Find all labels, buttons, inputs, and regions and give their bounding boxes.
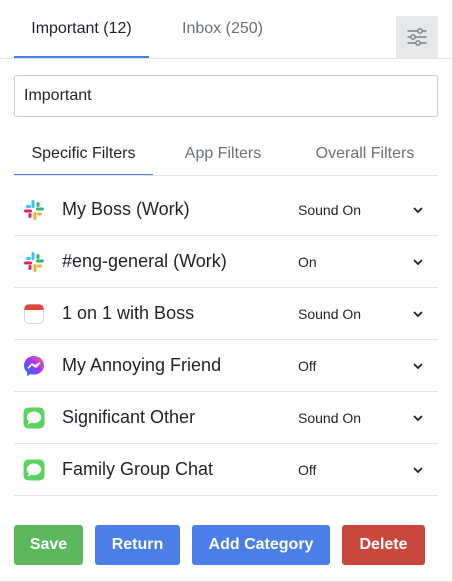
notification-setting-select[interactable]: Sound On <box>298 299 432 329</box>
chevron-down-icon <box>413 207 423 213</box>
setting-value: Sound On <box>298 409 362 426</box>
slack-icon <box>22 198 46 222</box>
list-item: My Boss (Work) Sound On <box>14 184 438 236</box>
list-item: Significant Other Sound On <box>14 392 438 444</box>
list-item: Family Group Chat Off <box>14 444 438 496</box>
category-tabs: Important (12) Inbox (250) <box>0 0 453 58</box>
setting-value: Off <box>298 461 317 478</box>
chevron-down-icon <box>413 259 423 265</box>
notification-setting-select[interactable]: On <box>298 247 432 277</box>
filter-settings-button[interactable] <box>396 16 438 58</box>
notification-category-panel: Important (12) Inbox (250) Specific Filt… <box>0 0 453 582</box>
filter-label: My Boss (Work) <box>62 199 190 219</box>
messages-icon <box>22 406 46 430</box>
setting-value: Sound On <box>298 305 362 322</box>
filter-label: #eng-general (Work) <box>62 251 227 271</box>
filter-tabs-divider <box>14 175 438 176</box>
return-button[interactable]: Return <box>95 525 180 565</box>
category-name-input[interactable] <box>14 75 438 117</box>
messenger-icon <box>22 354 46 378</box>
notification-setting-select[interactable]: Sound On <box>298 403 432 433</box>
chevron-down-icon <box>413 415 423 421</box>
tab-specific-filters[interactable]: Specific Filters <box>14 132 153 176</box>
tab-important[interactable]: Important (12) <box>14 0 149 58</box>
tab-important-label: Important (12) <box>31 20 132 37</box>
tab-app-filters[interactable]: App Filters <box>156 132 290 176</box>
tab-overall-filters-label: Overall Filters <box>315 145 415 162</box>
tab-app-filters-label: App Filters <box>184 145 262 162</box>
tab-specific-filters-label: Specific Filters <box>31 145 136 162</box>
filter-label: 1 on 1 with Boss <box>62 303 195 323</box>
notification-setting-select[interactable]: Off <box>298 455 432 485</box>
notification-setting-select[interactable]: Off <box>298 351 432 381</box>
tab-inbox[interactable]: Inbox (250) <box>150 0 295 58</box>
delete-button[interactable]: Delete <box>342 525 425 565</box>
slack-icon <box>22 250 46 274</box>
filter-label: My Annoying Friend <box>62 355 222 375</box>
list-item: 1 on 1 with Boss Sound On <box>14 288 438 340</box>
tab-inbox-label: Inbox (250) <box>182 20 263 37</box>
filter-list: My Boss (Work) Sound On #eng-general (Wo… <box>14 184 438 496</box>
list-item: #eng-general (Work) On <box>14 236 438 288</box>
messages-icon <box>22 458 46 482</box>
chevron-down-icon <box>413 363 423 369</box>
add-category-button[interactable]: Add Category <box>192 525 330 565</box>
notification-setting-select[interactable]: Sound On <box>298 195 432 225</box>
setting-value: Sound On <box>298 201 362 218</box>
filter-label: Family Group Chat <box>62 459 214 479</box>
list-item: My Annoying Friend Off <box>14 340 438 392</box>
setting-value: On <box>298 253 317 270</box>
tab-overall-filters[interactable]: Overall Filters <box>292 132 438 176</box>
filter-label: Significant Other <box>62 407 196 427</box>
chevron-down-icon <box>413 311 423 317</box>
calendar-icon <box>22 302 46 326</box>
setting-value: Off <box>298 357 317 374</box>
filter-type-tabs: Specific Filters App Filters Overall Fil… <box>14 132 438 176</box>
tabs-divider <box>0 58 452 59</box>
sliders-icon <box>407 28 427 46</box>
chevron-down-icon <box>413 467 423 473</box>
save-button[interactable]: Save <box>14 525 83 565</box>
